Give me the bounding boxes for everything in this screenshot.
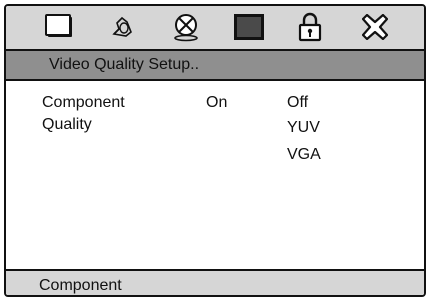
exit-icon[interactable] [359,12,391,42]
page-title: Video Quality Setup.. [49,56,200,73]
menu-icon-bar [6,6,424,51]
status-bar: Component [6,269,424,295]
option-off[interactable]: Off [287,94,308,112]
status-text: Component [39,277,122,294]
video-icon[interactable] [233,12,265,42]
setup-menu-window: Video Quality Setup.. Component On Quali… [4,4,426,297]
settings-panel: Component On Quality Off YUV VGA [6,81,424,269]
setting-label-component[interactable]: Component [42,94,125,112]
option-vga[interactable]: VGA [287,146,321,164]
setting-value-component: On [206,94,228,111]
menu-title-bar: Video Quality Setup.. [6,51,424,81]
disc-icon[interactable] [170,12,202,42]
tv-icon[interactable] [44,12,76,42]
audio-icon[interactable] [107,12,139,42]
option-yuv[interactable]: YUV [287,119,320,137]
lock-icon[interactable] [294,12,326,42]
setting-label-quality[interactable]: Quality [42,116,92,134]
